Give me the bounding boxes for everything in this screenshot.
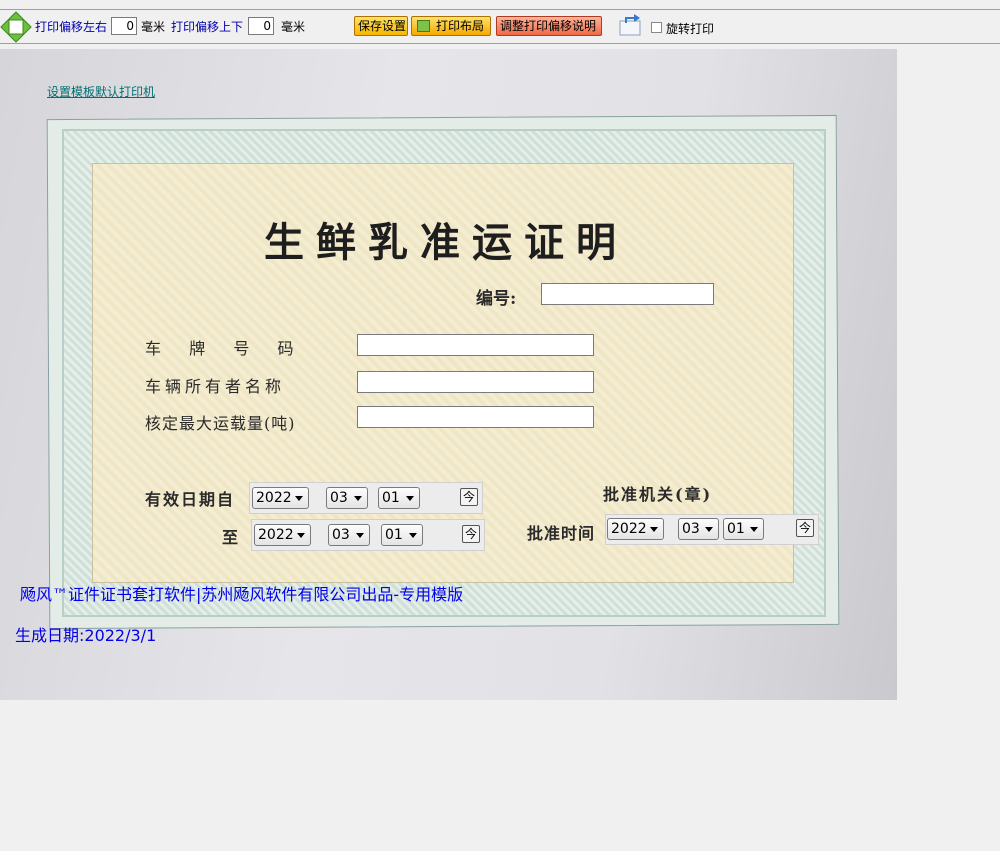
approval-time-label: 批准时间 <box>527 524 596 543</box>
offset-ud-input[interactable]: 0 <box>248 17 274 35</box>
offset-help-button[interactable]: 调整打印偏移说明 <box>496 16 602 36</box>
serial-number-input[interactable] <box>541 283 714 305</box>
valid-to-month-select[interactable]: 03 <box>328 524 370 546</box>
approval-month-select[interactable]: 03 <box>678 518 719 540</box>
approval-date-picker: 2022 03 01 今 <box>605 514 819 545</box>
valid-to-day-select[interactable]: 01 <box>381 524 423 546</box>
approval-authority-label: 批准机关(章) <box>603 485 713 504</box>
offset-lr-label: 打印偏移左右 <box>35 20 108 34</box>
max-capacity-input[interactable] <box>357 406 594 428</box>
valid-to-date-picker: 2022 03 01 今 <box>251 519 485 551</box>
offset-ud-label: 打印偏移上下 <box>171 20 244 34</box>
rotate-icon[interactable] <box>618 13 644 37</box>
valid-to-today-button[interactable]: 今 <box>462 525 480 543</box>
valid-from-day-select[interactable]: 01 <box>378 487 420 509</box>
set-default-printer-link[interactable]: 设置模板默认打印机 <box>47 83 155 100</box>
valid-from-date-picker: 2022 03 01 今 <box>249 482 483 514</box>
software-credit-text: 飏风™证件证书套打软件|苏州飏风软件有限公司出品-专用模版 <box>20 585 464 604</box>
valid-from-month-select[interactable]: 03 <box>326 487 368 509</box>
max-capacity-label: 核定最大运载量(吨) <box>145 414 296 433</box>
valid-to-label: 至 <box>222 528 241 547</box>
vehicle-owner-label: 车辆所有者名称 <box>145 377 286 396</box>
offset-lr-unit: 毫米 <box>141 20 166 34</box>
valid-to-year-select[interactable]: 2022 <box>254 524 311 546</box>
approval-today-button[interactable]: 今 <box>796 519 814 537</box>
save-settings-button[interactable]: 保存设置 <box>354 16 408 36</box>
print-layout-label: 打印布局 <box>436 19 485 33</box>
toolbar-divider-bottom <box>0 43 1000 44</box>
valid-from-label: 有效日期自 <box>145 490 236 509</box>
valid-from-year-select[interactable]: 2022 <box>252 487 309 509</box>
toolbar-divider-top <box>0 9 1000 10</box>
approval-year-select[interactable]: 2022 <box>607 518 664 540</box>
vehicle-owner-input[interactable] <box>357 371 594 393</box>
rotate-print-label: 旋转打印 <box>666 22 715 36</box>
layout-icon <box>417 20 430 32</box>
print-layout-button[interactable]: 打印布局 <box>411 16 491 36</box>
valid-from-today-button[interactable]: 今 <box>460 488 478 506</box>
toolbar-move-icon[interactable] <box>0 11 32 43</box>
plate-number-input[interactable] <box>357 334 594 356</box>
plate-number-label: 车 牌 号 码 <box>145 339 300 358</box>
serial-label: 编号: <box>476 289 517 309</box>
offset-lr-input[interactable]: 0 <box>111 17 137 35</box>
menu-bar <box>0 0 1000 9</box>
rotate-print-checkbox[interactable] <box>651 22 662 33</box>
offset-ud-unit: 毫米 <box>281 20 306 34</box>
generated-date-text: 生成日期:2022/3/1 <box>15 626 157 645</box>
certificate-title: 生鲜乳准运证明 <box>264 219 628 266</box>
certificate-canvas: 设置模板默认打印机 生鲜乳准运证明 编号: 车 牌 号 码 车辆所有者名称 核定… <box>0 49 897 700</box>
approval-day-select[interactable]: 01 <box>723 518 764 540</box>
